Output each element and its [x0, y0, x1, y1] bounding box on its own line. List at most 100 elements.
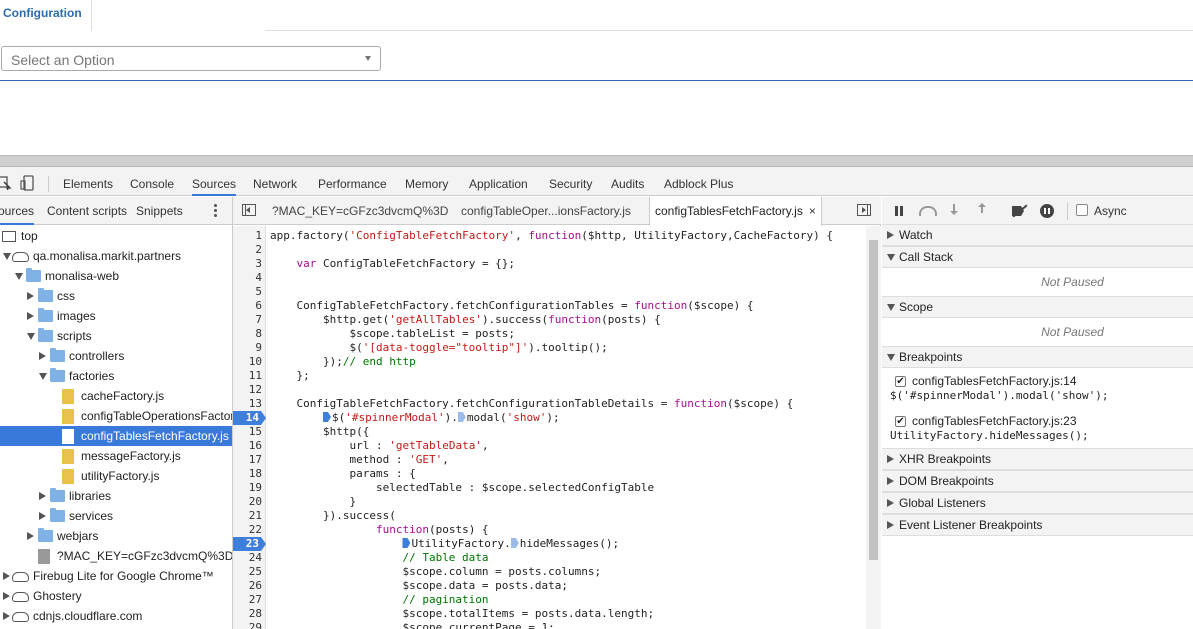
code-line[interactable]: 13 ConfigTableFetchFactory.fetchConfigur… — [233, 397, 865, 411]
line-number[interactable]: 2 — [233, 243, 264, 257]
pause-icon[interactable] — [894, 203, 904, 219]
step-over-icon[interactable] — [918, 203, 937, 219]
code-line[interactable]: 15 $http({ — [233, 425, 865, 439]
tree-folder[interactable]: Firebug Lite for Google Chrome™ — [0, 566, 232, 586]
tree-file[interactable]: messageFactory.js — [0, 446, 232, 466]
devtools-tab-application[interactable]: Application — [469, 172, 528, 196]
triangle-right-icon[interactable] — [39, 512, 46, 520]
line-number[interactable]: 24 — [233, 551, 264, 565]
code-line[interactable]: 26 $scope.data = posts.data; — [233, 579, 865, 593]
step-into-icon[interactable] — [949, 203, 959, 219]
tree-folder[interactable]: Ghostery — [0, 586, 232, 606]
code-area[interactable]: 1 app.factory('ConfigTableFetchFactory', … — [233, 226, 865, 629]
section-event-listener-breakpoints[interactable]: Event Listener Breakpoints — [882, 514, 1193, 536]
code-line[interactable]: 21 }).success( — [233, 509, 865, 523]
tree-file[interactable]: configTableOperationsFactor — [0, 406, 232, 426]
devtools-tab-console[interactable]: Console — [130, 172, 174, 196]
devtools-tab-security[interactable]: Security — [549, 172, 592, 196]
code-line[interactable]: 20 } — [233, 495, 865, 509]
tree-file[interactable]: configTablesFetchFactory.js — [0, 426, 232, 446]
triangle-right-icon[interactable] — [3, 612, 10, 620]
section-dom-breakpoints[interactable]: DOM Breakpoints — [882, 470, 1193, 492]
triangle-down-icon[interactable] — [27, 333, 35, 340]
devtools-tab-audits[interactable]: Audits — [611, 172, 644, 196]
tree-file[interactable]: top — [0, 226, 232, 246]
inline-breakpoint-icon[interactable] — [322, 412, 331, 422]
inline-breakpoint-icon[interactable] — [457, 412, 466, 422]
triangle-right-icon[interactable] — [27, 292, 34, 300]
line-number[interactable]: 10 — [233, 355, 264, 369]
line-number[interactable]: 25 — [233, 565, 264, 579]
step-out-icon[interactable] — [977, 203, 987, 219]
inline-breakpoint-icon[interactable] — [510, 538, 519, 548]
line-number[interactable]: 6 — [233, 299, 264, 313]
line-number[interactable]: 29 — [233, 621, 264, 629]
code-line[interactable]: 16 url : 'getTableData', — [233, 439, 865, 453]
tree-folder[interactable]: webjars — [0, 526, 232, 546]
editor-tab-mac-key[interactable]: ?MAC_KEY=cGFzc3dvcmQ%3D — [272, 197, 448, 225]
toggle-debugger-icon[interactable] — [857, 204, 871, 216]
triangle-right-icon[interactable] — [39, 352, 46, 360]
section-global-listeners[interactable]: Global Listeners — [882, 492, 1193, 514]
deactivate-breakpoints-icon[interactable] — [1010, 203, 1028, 219]
code-line[interactable]: 18 params : { — [233, 467, 865, 481]
line-number[interactable]: 8 — [233, 327, 264, 341]
breakpoint-checkbox[interactable]: ✔ — [895, 376, 906, 387]
code-line[interactable]: 10 });// end http — [233, 355, 865, 369]
triangle-down-icon[interactable] — [39, 373, 47, 380]
devtools-tab-network[interactable]: Network — [253, 172, 297, 196]
code-line[interactable]: 29 $scope.currentPage = 1; — [233, 621, 865, 629]
triangle-right-icon[interactable] — [27, 532, 34, 540]
tree-folder[interactable]: scripts — [0, 326, 232, 346]
devtools-tab-elements[interactable]: Elements — [63, 172, 113, 196]
toggle-navigator-icon[interactable] — [242, 204, 256, 216]
line-number[interactable]: 17 — [233, 453, 264, 467]
line-number[interactable]: 4 — [233, 271, 264, 285]
triangle-right-icon[interactable] — [27, 312, 34, 320]
code-line[interactable]: 12 — [233, 383, 865, 397]
devtools-resize-handle[interactable] — [0, 155, 1193, 167]
triangle-right-icon[interactable] — [3, 572, 10, 580]
devtools-tab-adblock-plus[interactable]: Adblock Plus — [664, 172, 733, 196]
pause-on-exceptions-icon[interactable] — [1039, 203, 1055, 219]
code-line[interactable]: 23 UtilityFactory. hideMessages(); — [233, 537, 865, 551]
section-watch[interactable]: Watch — [882, 224, 1193, 246]
line-number[interactable]: 22 — [233, 523, 264, 537]
line-number[interactable]: 18 — [233, 467, 264, 481]
breakpoint-item[interactable]: ✔ configTablesFetchFactory.js:14 $('#spi… — [882, 371, 1193, 411]
line-number[interactable]: 20 — [233, 495, 264, 509]
scrollbar-thumb[interactable] — [869, 240, 878, 560]
code-line[interactable]: 22 function(posts) { — [233, 523, 865, 537]
more-options-icon[interactable] — [212, 203, 218, 219]
triangle-right-icon[interactable] — [39, 492, 46, 500]
device-toolbar-icon[interactable] — [20, 175, 36, 191]
tree-folder[interactable]: controllers — [0, 346, 232, 366]
close-icon[interactable]: × — [809, 204, 816, 218]
code-line[interactable]: 19 selectedTable : $scope.selectedConfig… — [233, 481, 865, 495]
code-line[interactable]: 6 ConfigTableFetchFactory.fetchConfigura… — [233, 299, 865, 313]
tree-file[interactable]: utilityFactory.js — [0, 466, 232, 486]
devtools-tab-memory[interactable]: Memory — [405, 172, 448, 196]
line-number[interactable]: 28 — [233, 607, 264, 621]
tree-folder[interactable]: images — [0, 306, 232, 326]
line-number[interactable]: 9 — [233, 341, 264, 355]
line-number[interactable]: 26 — [233, 579, 264, 593]
code-line[interactable]: 14 $('#spinnerModal'). modal('show'); — [233, 411, 865, 425]
section-scope[interactable]: Scope — [882, 296, 1193, 318]
breakpoint-marker[interactable]: 14 — [233, 411, 266, 425]
line-number[interactable]: 5 — [233, 285, 264, 299]
triangle-right-icon[interactable] — [3, 592, 10, 600]
inline-breakpoint-icon[interactable] — [402, 538, 411, 548]
line-number[interactable]: 7 — [233, 313, 264, 327]
line-number[interactable]: 13 — [233, 397, 264, 411]
devtools-tab-sources[interactable]: Sources — [192, 172, 237, 196]
section-xhr-breakpoints[interactable]: XHR Breakpoints — [882, 448, 1193, 470]
inspect-element-icon[interactable] — [0, 175, 12, 191]
editor-tab-config-tables-fetch[interactable]: configTablesFetchFactory.js × — [649, 197, 822, 226]
line-number[interactable]: 15 — [233, 425, 264, 439]
breakpoint-checkbox[interactable]: ✔ — [895, 416, 906, 427]
section-breakpoints[interactable]: Breakpoints — [882, 346, 1193, 368]
line-number[interactable]: 1 — [233, 229, 264, 243]
section-call-stack[interactable]: Call Stack — [882, 246, 1193, 268]
code-line[interactable]: 27 // pagination — [233, 593, 865, 607]
